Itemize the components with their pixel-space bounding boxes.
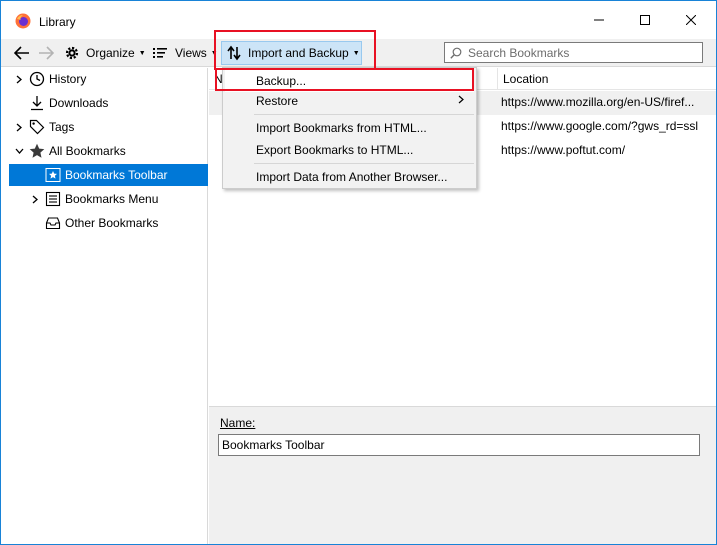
chevron-down-icon: ▼ [138,49,146,57]
close-icon [686,15,696,25]
maximize-button[interactable] [622,1,668,39]
sidebar-item-label: Downloads [49,96,109,110]
sidebar-item-downloads[interactable]: Downloads [1,92,207,114]
other-bookmarks-icon [45,217,61,230]
sidebar-tree: History Downloads Tags All Bookmarks Boo… [1,68,208,544]
minimize-icon [594,19,604,21]
import-backup-button[interactable]: Import and Backup ▼ [221,41,362,65]
clock-icon [29,71,45,87]
row-location: https://www.google.com/?gws_rd=ssl [501,119,699,133]
list-icon [153,48,167,58]
sidebar-item-other-bookmarks[interactable]: Other Bookmarks [1,212,207,234]
menu-item-export-html[interactable]: Export Bookmarks to HTML... [225,139,474,161]
search-input[interactable] [466,44,696,61]
menu-item-import-html[interactable]: Import Bookmarks from HTML... [225,117,474,139]
sidebar-item-label: Tags [49,120,75,134]
star-icon [29,143,45,158]
menu-item-label: Restore [256,94,299,108]
name-label: Name: [220,416,255,430]
menu-item-backup[interactable]: Backup... [225,70,474,92]
organize-label: Organize [86,46,135,60]
sidebar-item-label: Bookmarks Menu [65,192,159,206]
maximize-icon [640,15,650,25]
menu-item-label: Import Data from Another Browser... [256,170,448,184]
menu-item-label: Export Bookmarks to HTML... [256,143,414,157]
arrow-right-icon [39,46,54,60]
sidebar-item-label: All Bookmarks [49,144,126,158]
search-icon [450,47,462,59]
menu-item-restore[interactable]: Restore [225,90,474,112]
tag-icon [29,119,45,135]
sidebar-item-all-bookmarks[interactable]: All Bookmarks [1,140,207,162]
chevron-down-icon[interactable] [14,140,24,162]
menu-separator [254,163,474,164]
import-backup-label: Import and Backup [248,46,349,60]
close-button[interactable] [668,1,714,39]
chevron-down-icon: ▼ [352,49,360,57]
arrow-left-icon [14,46,29,60]
row-location: https://www.mozilla.org/en-US/firef... [501,95,695,109]
window-title: Library [39,15,76,29]
search-box[interactable] [444,42,703,63]
sidebar-item-history[interactable]: History [1,68,207,90]
swap-arrows-icon [227,45,241,61]
details-pane: Name: [209,406,716,544]
menu-separator [254,114,474,115]
sidebar-item-label: History [49,72,87,86]
bookmarks-menu-icon [45,191,61,207]
chevron-right-icon [458,95,464,107]
minimize-button[interactable] [576,1,622,39]
column-header-location[interactable]: Location [498,68,716,90]
name-label-text: Name: [220,416,256,430]
back-button[interactable] [11,41,33,65]
chevron-right-icon[interactable] [14,68,24,90]
chevron-right-icon[interactable] [30,188,40,210]
firefox-icon [15,13,31,29]
bookmarks-toolbar-icon [45,168,61,182]
menu-item-label: Backup... [256,74,307,88]
download-icon [31,96,43,111]
import-backup-menu: Backup... Restore Import Bookmarks from … [222,67,477,189]
column-header-location-label: Location [503,71,549,86]
title-bar: Library [1,1,716,39]
chevron-down-icon: ▼ [210,49,218,57]
views-label: Views [175,46,207,60]
menu-item-import-browser[interactable]: Import Data from Another Browser... [225,166,474,188]
sidebar-item-label: Other Bookmarks [65,216,159,230]
row-location: https://www.poftut.com/ [501,143,626,157]
name-field[interactable] [218,434,700,456]
chevron-right-icon[interactable] [14,116,24,138]
sidebar-item-label: Bookmarks Toolbar [65,168,168,182]
organize-button[interactable]: Organize ▼ [64,41,146,65]
toolbar: Organize ▼ Views ▼ Import and Backup ▼ [1,39,716,67]
library-window: Library Organize ▼ Views ▼ Import and Ba… [0,0,717,545]
forward-button[interactable] [35,41,57,65]
gear-icon [65,46,79,60]
views-button[interactable]: Views ▼ [153,41,218,65]
sidebar-item-bookmarks-menu[interactable]: Bookmarks Menu [1,188,207,210]
sidebar-item-bookmarks-toolbar[interactable]: Bookmarks Toolbar [9,164,208,186]
sidebar-item-tags[interactable]: Tags [1,116,207,138]
menu-item-label: Import Bookmarks from HTML... [256,121,427,135]
